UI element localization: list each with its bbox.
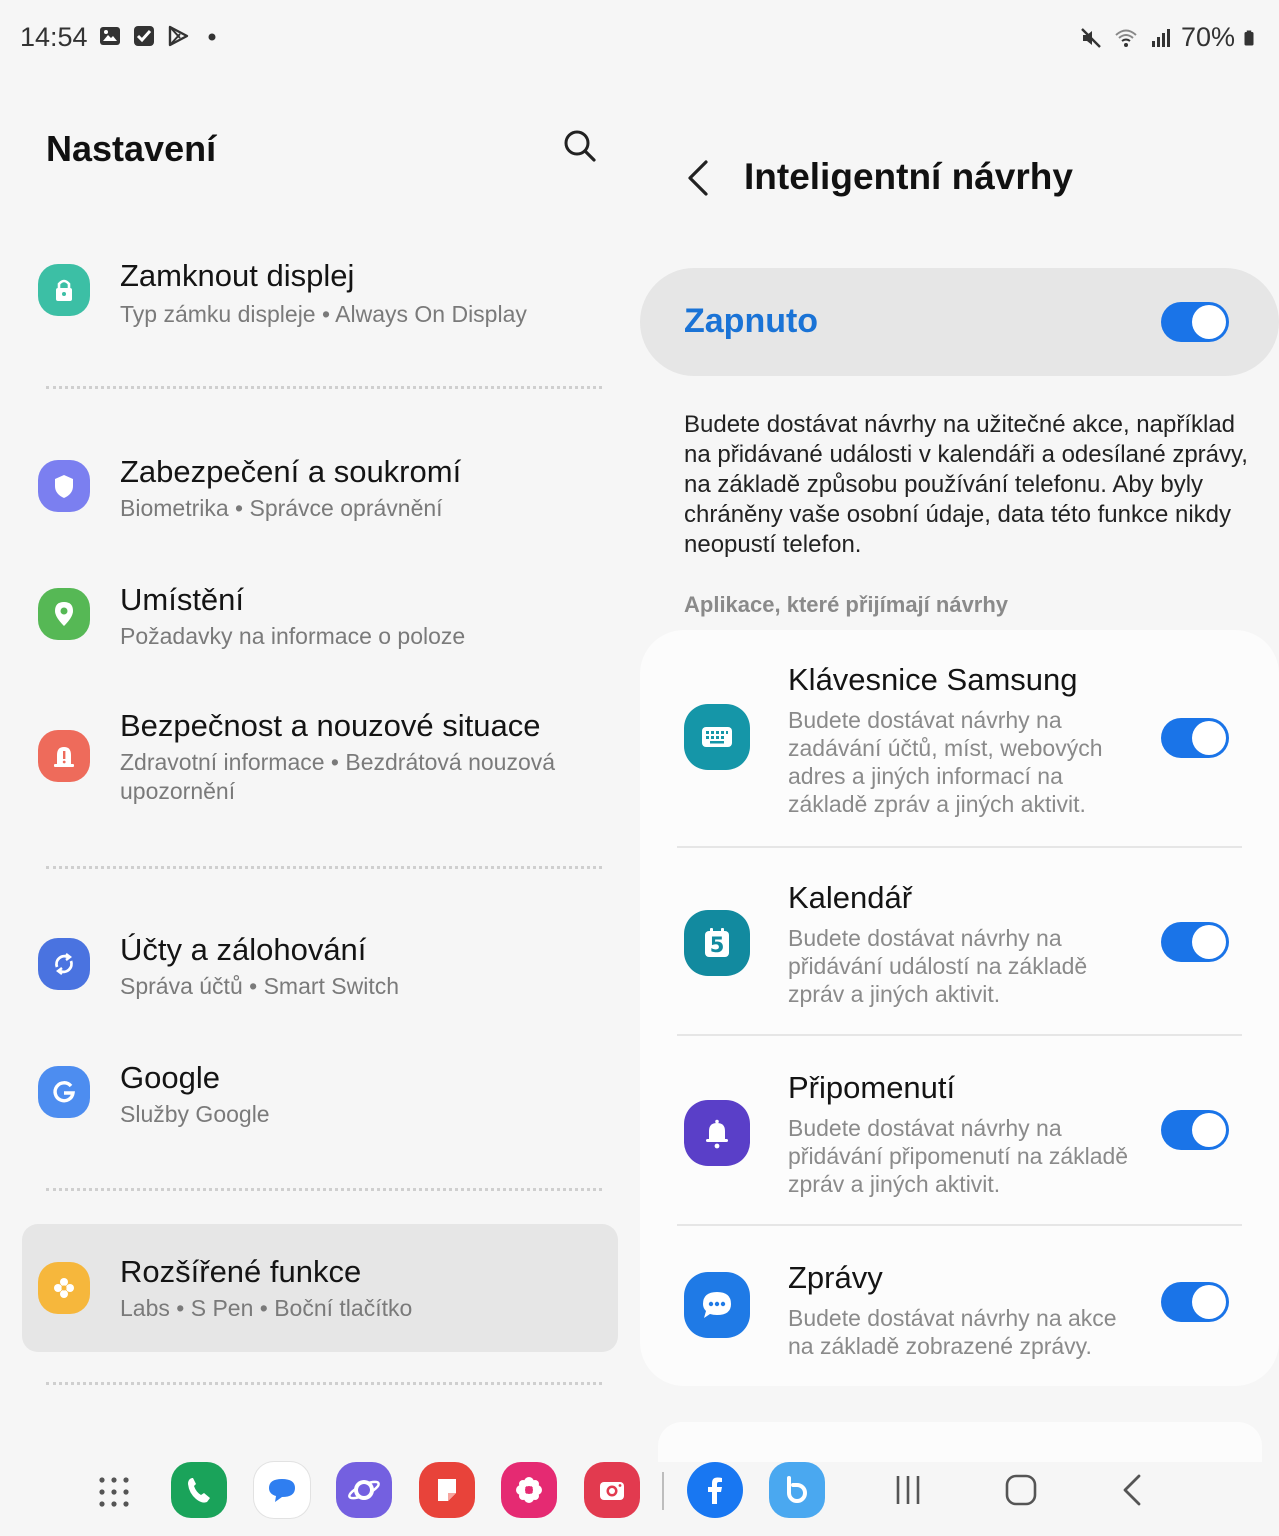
- app-row-calendar[interactable]: 5 Kalendář Budete dostávat návrhy na při…: [640, 880, 1279, 1020]
- taskbar-separator: [662, 1472, 664, 1510]
- detail-title: Inteligentní návrhy: [744, 156, 1073, 197]
- notes-icon[interactable]: [419, 1462, 475, 1518]
- internet-icon[interactable]: [336, 1462, 392, 1518]
- play-store-icon: [168, 25, 189, 47]
- google-icon: [38, 1066, 90, 1118]
- home-icon[interactable]: [1001, 1470, 1041, 1510]
- status-time: 14:54: [20, 22, 88, 52]
- toggle-knob: [1192, 1113, 1226, 1147]
- settings-item-accounts-backup[interactable]: Účty a zálohování Správa účtů • Smart Sw…: [22, 914, 618, 1018]
- divider: [46, 1382, 602, 1385]
- dot-icon: [208, 33, 216, 41]
- page-title: Nastavení: [46, 128, 217, 169]
- settings-item-title: Bezpečnost a nouzové situace: [120, 708, 541, 743]
- settings-item-title: Google: [120, 1060, 220, 1095]
- settings-item-security[interactable]: Zabezpečení a soukromí Biometrika • Sprá…: [22, 436, 618, 540]
- app-toggle[interactable]: [1161, 922, 1229, 962]
- messages-icon[interactable]: [254, 1462, 310, 1518]
- settings-item-advanced-features[interactable]: Rozšířené funkce Labs • S Pen • Boční tl…: [22, 1224, 618, 1352]
- checkbox-icon: [134, 26, 154, 46]
- settings-item-subtitle: Labs • S Pen • Boční tlačítko: [120, 1295, 413, 1321]
- settings-item-lock-screen[interactable]: Zamknout displej Typ zámku displeje • Al…: [22, 242, 618, 346]
- app-toggle[interactable]: [1161, 1110, 1229, 1150]
- master-switch-card[interactable]: Zapnuto: [640, 268, 1279, 376]
- mute-icon: [1081, 27, 1101, 48]
- app-row-reminder[interactable]: Připomenutí Budete dostávat návrhy na př…: [640, 1070, 1279, 1210]
- back-icon[interactable]: [1114, 1470, 1154, 1510]
- settings-item-subtitle: Zdravotní informace • Bezdrátová nouzová…: [120, 749, 556, 804]
- feature-description: Budete dostávat návrhy na užitečné akce,…: [684, 411, 1248, 558]
- settings-item-google[interactable]: Google Služby Google: [22, 1042, 618, 1146]
- signal-icon: [1151, 28, 1170, 47]
- location-pin-icon: [38, 588, 90, 640]
- master-switch-label: Zapnuto: [684, 302, 819, 340]
- app-description: Budete dostávat návrhy na přidávání udál…: [788, 925, 1088, 1007]
- puzzle-icon: [38, 1262, 90, 1314]
- app-description: Budete dostávat návrhy na akce na základ…: [788, 1305, 1117, 1359]
- status-bar: 14:54 70%: [0, 0, 1279, 76]
- shield-icon: [38, 460, 90, 512]
- bell-icon: [684, 1100, 750, 1166]
- alert-icon: [38, 730, 90, 782]
- divider: [46, 866, 602, 869]
- camera-icon[interactable]: [584, 1462, 640, 1518]
- settings-item-location[interactable]: Umístění Požadavky na informace o poloze: [22, 564, 618, 668]
- settings-item-safety-emergency[interactable]: Bezpečnost a nouzové situace Zdravotní i…: [22, 690, 618, 816]
- toggle-knob: [1192, 925, 1226, 959]
- search-icon[interactable]: [560, 126, 600, 166]
- app-description: Budete dostávat návrhy na přidávání přip…: [788, 1115, 1129, 1197]
- image-icon: [100, 27, 120, 45]
- app-title: Připomenutí: [788, 1070, 956, 1105]
- divider: [677, 1224, 1242, 1226]
- recents-icon[interactable]: [888, 1470, 928, 1510]
- gallery-icon[interactable]: [501, 1462, 557, 1518]
- settings-item-title: Rozšířené funkce: [120, 1254, 362, 1289]
- toggle-knob: [1192, 721, 1226, 755]
- facebook-icon[interactable]: [687, 1462, 743, 1518]
- battery-percent: 70%: [1180, 22, 1235, 52]
- notification-icons: [98, 24, 224, 48]
- app-toggle[interactable]: [1161, 1282, 1229, 1322]
- lock-icon: [38, 264, 90, 316]
- app-title: Zprávy: [788, 1260, 883, 1295]
- keyboard-icon: [684, 704, 750, 770]
- calendar-icon: 5: [684, 910, 750, 976]
- app-row-messages[interactable]: Zprávy Budete dostávat návrhy na akce na…: [640, 1260, 1279, 1370]
- toggle-knob: [1192, 1285, 1226, 1319]
- app-title: Klávesnice Samsung: [788, 662, 1078, 697]
- app-description: Budete dostávat návrhy na zadávání účtů,…: [788, 707, 1103, 817]
- settings-item-subtitle: Typ zámku displeje • Always On Display: [120, 301, 527, 327]
- settings-item-subtitle: Biometrika • Správce oprávnění: [120, 495, 443, 521]
- settings-item-title: Zamknout displej: [120, 258, 355, 293]
- toggle-knob: [1192, 305, 1226, 339]
- sync-icon: [38, 938, 90, 990]
- chat-bubble-icon: [684, 1272, 750, 1338]
- calendar-date-badge: 5: [709, 933, 725, 957]
- taskbar: [0, 1440, 1279, 1536]
- settings-item-title: Účty a zálohování: [120, 932, 367, 967]
- battery-icon: [1244, 30, 1254, 45]
- divider: [677, 846, 1242, 848]
- divider: [677, 1034, 1242, 1036]
- master-toggle[interactable]: [1161, 302, 1229, 342]
- detail-pane: Inteligentní návrhy Zapnuto Budete dostá…: [640, 76, 1279, 1462]
- divider: [46, 386, 602, 389]
- wifi-icon: [1115, 29, 1137, 47]
- apps-card: Klávesnice Samsung Budete dostávat návrh…: [640, 630, 1279, 1386]
- bixby-icon[interactable]: [769, 1462, 825, 1518]
- settings-item-subtitle: Služby Google: [120, 1101, 270, 1127]
- phone-icon[interactable]: [171, 1462, 227, 1518]
- settings-item-title: Zabezpečení a soukromí: [120, 454, 462, 489]
- app-toggle[interactable]: [1161, 718, 1229, 758]
- app-drawer-icon[interactable]: [94, 1472, 134, 1512]
- settings-item-subtitle: Správa účtů • Smart Switch: [120, 973, 400, 999]
- settings-list-pane: Nastavení Zamknout displej Typ zámku dis…: [0, 76, 640, 1416]
- divider: [46, 1188, 602, 1191]
- app-row-samsung-keyboard[interactable]: Klávesnice Samsung Budete dostávat návrh…: [640, 662, 1279, 832]
- app-title: Kalendář: [788, 880, 913, 915]
- section-header: Aplikace, které přijímají návrhy: [684, 592, 1009, 617]
- settings-item-subtitle: Požadavky na informace o poloze: [120, 623, 466, 649]
- back-arrow-icon[interactable]: [680, 156, 716, 200]
- settings-item-title: Umístění: [120, 582, 245, 617]
